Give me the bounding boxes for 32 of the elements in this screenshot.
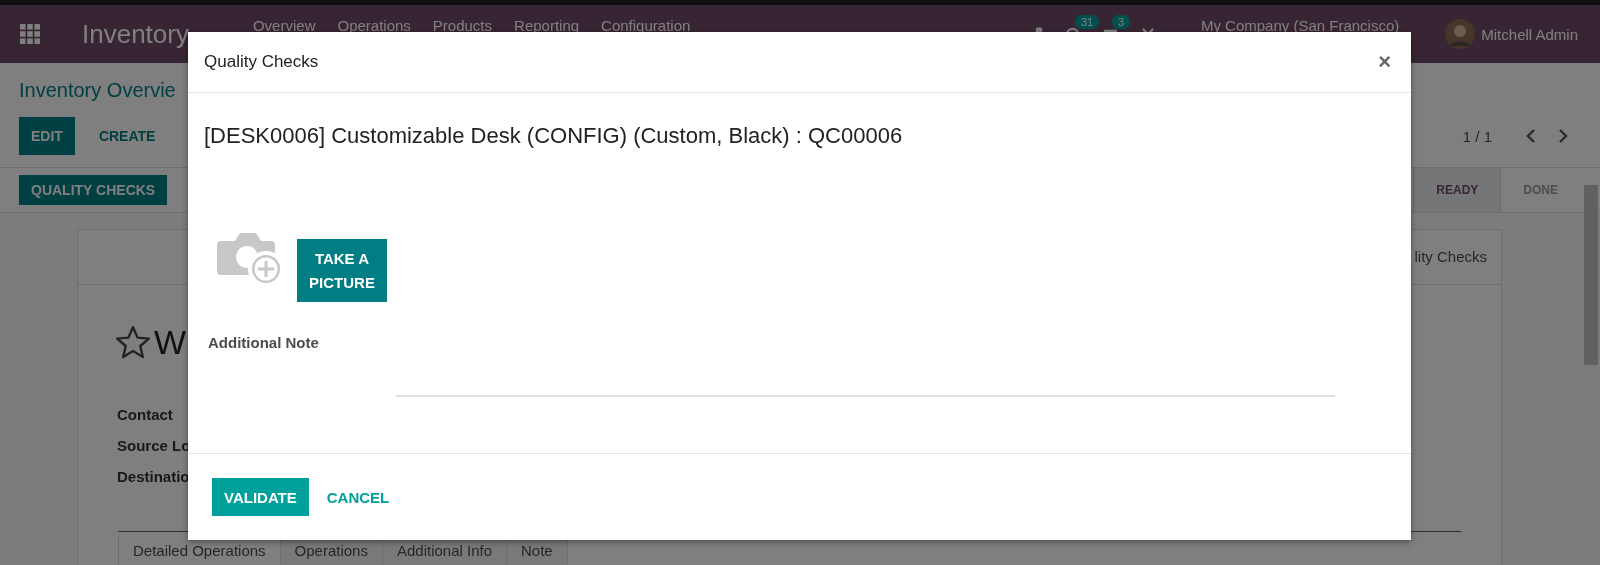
status-stage[interactable]: READY — [1413, 168, 1501, 212]
next-icon[interactable] — [1558, 129, 1568, 143]
user-name[interactable]: Mitchell Admin — [1481, 25, 1578, 43]
action-button[interactable]: EDIT — [19, 117, 75, 155]
take-picture-button[interactable]: TAKE A PICTURE — [297, 239, 387, 302]
menu-item[interactable]: Operations — [337, 17, 411, 34]
action-button[interactable]: CREATE — [86, 117, 168, 155]
breadcrumb[interactable]: Inventory Overvie — [19, 79, 176, 101]
quality-checks-button[interactable]: QUALITY CHECKS — [19, 175, 168, 205]
dialog-title: Quality Checks — [204, 52, 319, 72]
avatar-icon[interactable] — [1445, 19, 1476, 49]
menu-item[interactable]: Reporting — [514, 17, 580, 34]
pager-value: 1 / 1 — [1462, 127, 1492, 145]
form-tab[interactable]: Detailed Operations — [118, 536, 281, 565]
company-switcher[interactable]: My Company (San Francisco) — [1200, 17, 1400, 34]
dialog-button[interactable]: VALIDATE — [212, 478, 309, 516]
previous-icon[interactable] — [1526, 129, 1536, 143]
menu-item[interactable]: Configuration — [601, 17, 691, 34]
scrollbar[interactable] — [1584, 185, 1598, 365]
note-label: Additional Note — [208, 334, 320, 351]
activity-count-badge: 31 — [1074, 14, 1100, 29]
app-name: Inventory — [82, 18, 189, 50]
menu-item[interactable]: Overview — [252, 17, 316, 34]
dialog-button[interactable]: CANCEL — [314, 478, 402, 516]
close-button[interactable]: × — [1374, 49, 1395, 75]
check-heading: [DESK0006] Customizable Desk (CONFIG) (Custom, Black) : QC00006 — [204, 123, 904, 149]
apps-menu-icon[interactable] — [20, 24, 40, 44]
field-label: Contact — [117, 406, 174, 423]
message-count-badge: 3 — [1111, 14, 1130, 29]
field-label: Destinatio — [117, 468, 191, 485]
menu-item[interactable]: Products — [432, 17, 493, 34]
record-title: W — [154, 323, 187, 362]
